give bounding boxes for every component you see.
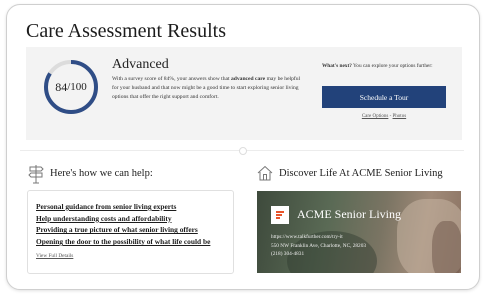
page-title: Care Assessment Results	[26, 20, 226, 42]
score-max: /100	[67, 81, 87, 93]
summary-text-start: With a survey score of 84%, your answers…	[112, 76, 231, 82]
org-name: ACME Senior Living	[297, 207, 401, 221]
result-panel: 84/100 Advanced With a survey score of 8…	[26, 47, 462, 140]
help-item[interactable]: Providing a true picture of what senior …	[36, 224, 210, 236]
help-item[interactable]: Personal guidance from senior living exp…	[36, 201, 210, 213]
discover-heading: Discover Life At ACME Senior Living	[279, 168, 443, 179]
home-icon	[257, 165, 273, 181]
help-item[interactable]: Opening the door to the possibility of w…	[36, 236, 210, 248]
result-summary: With a survey score of 84%, your answers…	[112, 75, 308, 103]
org-url[interactable]: https://www.talkfurther.com/try-it	[271, 233, 366, 242]
view-full-details-link[interactable]: View Full Details	[36, 253, 73, 259]
photos-link[interactable]: Photos	[393, 114, 407, 119]
next-steps-label: What's next?	[322, 63, 352, 69]
divider-ornament	[239, 147, 247, 155]
org-details: https://www.talkfurther.com/try-it 550 N…	[271, 233, 366, 259]
help-list: Personal guidance from senior living exp…	[36, 201, 210, 248]
signpost-icon	[28, 165, 44, 184]
summary-highlight: advanced care	[230, 76, 266, 82]
next-steps-text: What's next? You can explore your option…	[322, 62, 452, 71]
photo-shape	[432, 221, 461, 273]
schedule-tour-button[interactable]: Schedule a Tour	[322, 86, 446, 108]
care-level: Advanced	[112, 57, 169, 72]
help-item[interactable]: Help understanding costs and affordabili…	[36, 213, 210, 225]
next-steps-description: You can explore your options further:	[351, 63, 433, 69]
org-address: 550 NW Franklin Ave, Charlotte, NC, 2820…	[271, 242, 366, 249]
community-photo[interactable]: ACME Senior Living https://www.talkfurth…	[257, 191, 461, 273]
score-value: 84	[55, 79, 68, 94]
score-readout: 84/100	[42, 58, 100, 116]
help-box: Personal guidance from senior living exp…	[27, 190, 234, 274]
care-options-link[interactable]: Care Options	[362, 114, 389, 119]
secondary-links: Care Options - Photos	[322, 114, 446, 119]
logo-mark-icon	[276, 211, 284, 219]
org-phone: (218) 304-4831	[271, 251, 305, 257]
org-logo	[271, 206, 289, 224]
help-heading: Here's how we can help:	[50, 168, 153, 179]
